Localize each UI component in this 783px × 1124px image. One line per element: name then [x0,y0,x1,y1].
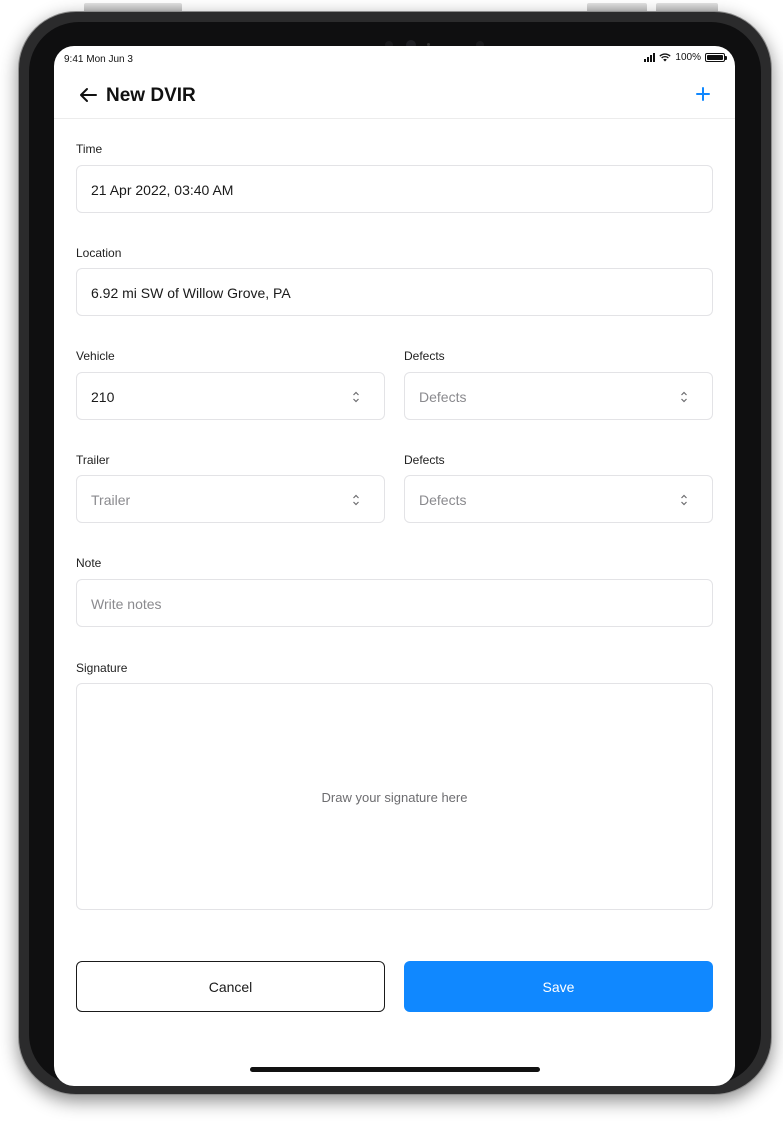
navigation-bar: New DVIR [54,72,735,119]
save-button[interactable]: Save [404,961,713,1012]
chevron-updown-icon [681,391,687,403]
trailer-defects-select[interactable]: Defects [404,475,713,523]
time-value: 21 Apr 2022, 03:40 AM [91,182,234,198]
trailer-defects-label: Defects [404,453,445,467]
trailer-label: Trailer [76,453,110,467]
location-field[interactable]: 6.92 mi SW of Willow Grove, PA [76,268,713,316]
trailer-select[interactable]: Trailer [76,475,385,523]
home-indicator[interactable] [250,1067,540,1072]
battery-percent: 100% [675,52,701,63]
add-button[interactable] [691,82,715,106]
note-placeholder: Write notes [91,596,162,612]
vehicle-label: Vehicle [76,349,115,363]
status-time: 9:41 Mon Jun 3 [64,54,133,65]
back-button[interactable] [76,83,100,107]
location-label: Location [76,246,122,260]
vehicle-defects-label: Defects [404,349,445,363]
signature-hint: Draw your signature here [321,790,468,805]
app-screen: 9:41 Mon Jun 3 100% New DVIR Time 21 Apr… [54,46,735,1086]
status-bar: 9:41 Mon Jun 3 100% [54,46,735,70]
time-field[interactable]: 21 Apr 2022, 03:40 AM [76,165,713,213]
vehicle-value: 210 [91,389,115,405]
plus-icon [696,87,710,101]
time-label: Time [76,142,103,156]
vehicle-defects-placeholder: Defects [419,389,467,405]
wifi-icon [659,53,672,62]
chevron-updown-icon [681,494,687,506]
vehicle-select[interactable]: 210 [76,372,385,420]
chevron-updown-icon [353,494,359,506]
trailer-placeholder: Trailer [91,492,131,508]
note-label: Note [76,556,102,570]
vehicle-defects-select[interactable]: Defects [404,372,713,420]
chevron-updown-icon [353,391,359,403]
location-value: 6.92 mi SW of Willow Grove, PA [91,285,291,301]
page-title: New DVIR [106,85,196,106]
signature-pad[interactable]: Draw your signature here [76,683,713,910]
signature-label: Signature [76,661,128,675]
trailer-defects-placeholder: Defects [419,492,467,508]
arrow-left-icon [80,88,97,102]
status-indicators: 100% [644,52,727,63]
signal-icon [644,53,656,62]
cancel-button[interactable]: Cancel [76,961,385,1012]
note-input[interactable]: Write notes [76,579,713,627]
battery-icon [705,53,727,62]
